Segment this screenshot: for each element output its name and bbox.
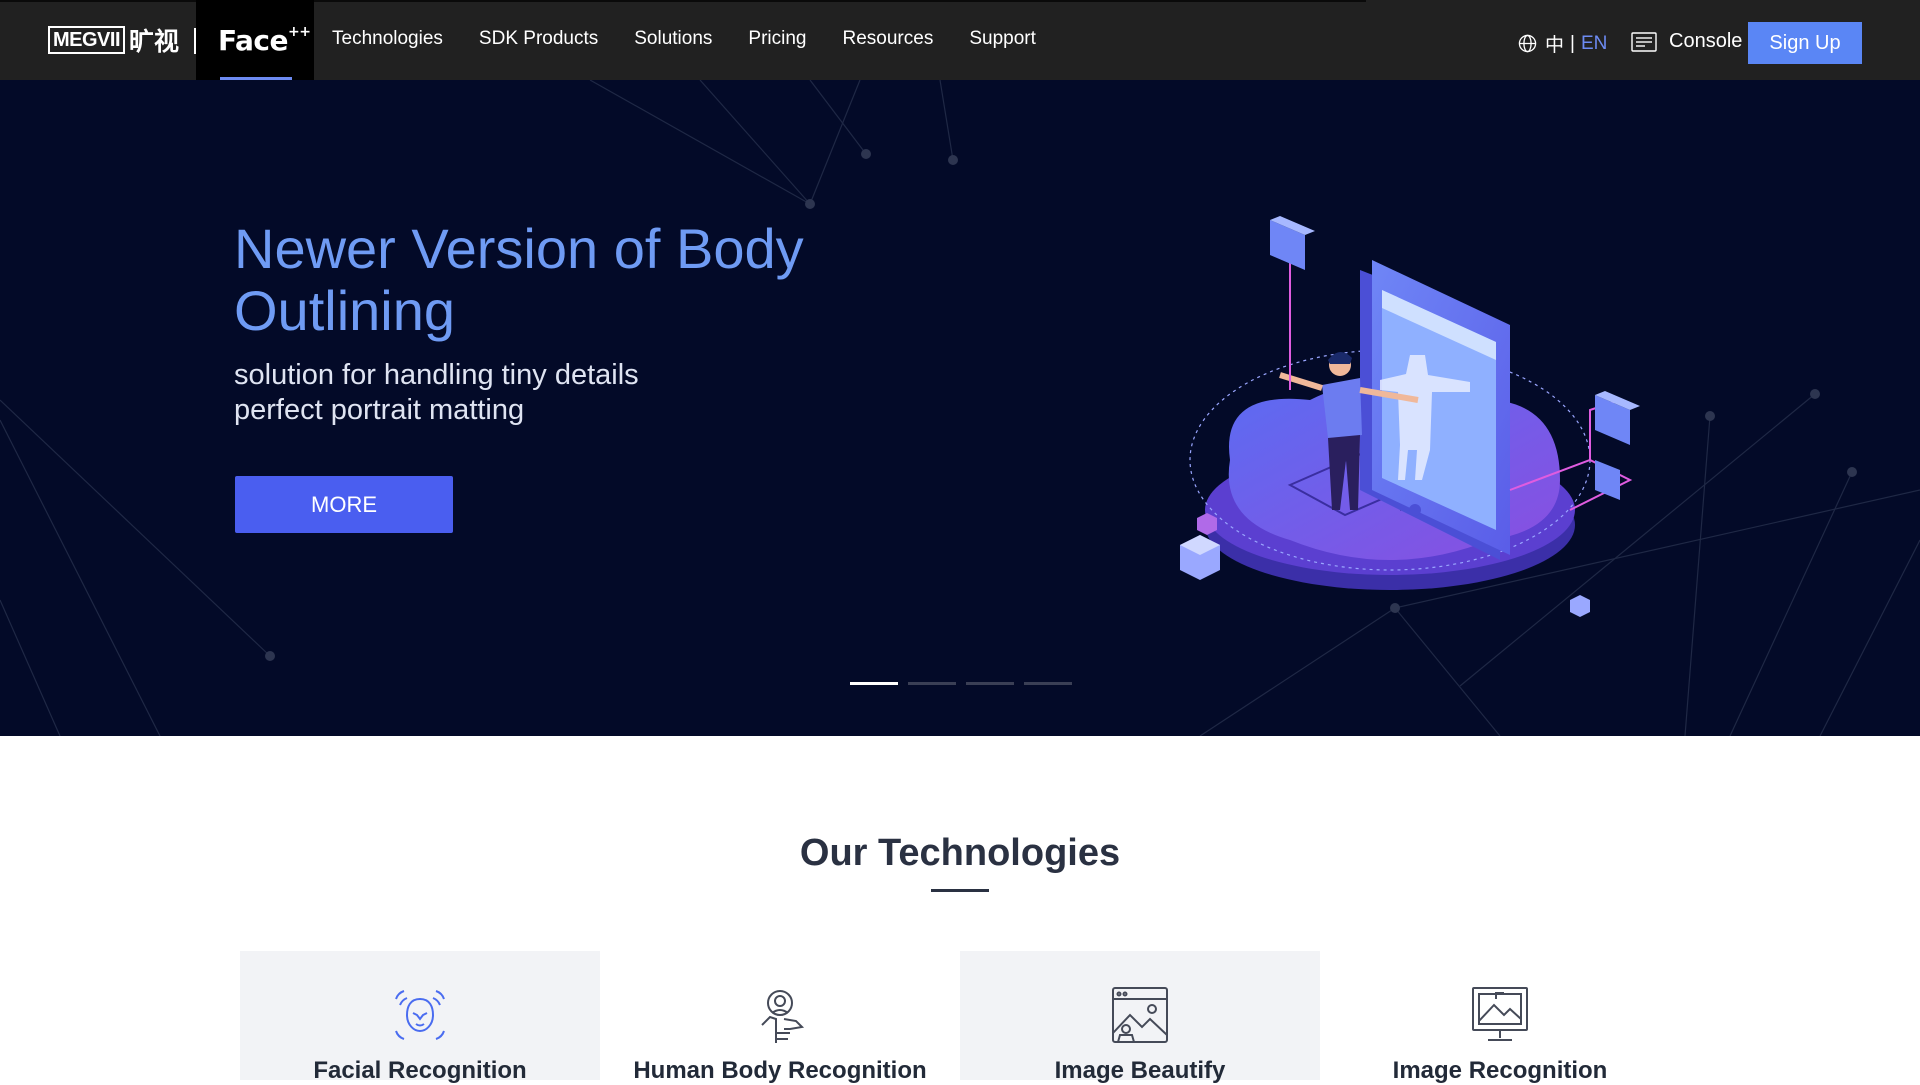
lang-separator: | <box>1570 32 1575 54</box>
image-beautify-icon <box>1112 987 1168 1043</box>
image-recognition-icon <box>1472 987 1528 1041</box>
language-switcher: 中 | EN <box>1518 30 1607 57</box>
technologies-heading: Our Technologies <box>799 832 1121 874</box>
menu-item-resources[interactable]: Resources <box>843 28 934 50</box>
menu-item-pricing[interactable]: Pricing <box>748 28 806 50</box>
top-navigation-bar: MEGVII 旷视 Face++ Technologies SDK Produc… <box>0 0 1920 80</box>
sign-up-button[interactable]: Sign Up <box>1748 22 1862 64</box>
tech-card-image-beautify[interactable]: Image Beautify <box>960 951 1320 1084</box>
menu-item-solutions[interactable]: Solutions <box>634 28 712 50</box>
menu-item-support[interactable]: Support <box>969 28 1036 50</box>
tech-card-human-body-recognition[interactable]: Human Body Recognition <box>600 951 960 1084</box>
menu-item-sdk-products[interactable]: SDK Products <box>479 28 598 50</box>
heading-underline <box>931 889 989 892</box>
tech-card-label: Human Body Recognition <box>633 1057 927 1084</box>
tech-card-image-recognition[interactable]: Image Recognition <box>1320 951 1680 1084</box>
tech-card-label: Facial Recognition <box>313 1057 527 1084</box>
megvii-logo-cn: 旷视 <box>129 27 180 56</box>
console-label: Console <box>1669 30 1743 52</box>
product-name: Face <box>218 24 288 57</box>
main-menu: Technologies SDK Products Solutions Pric… <box>332 28 1072 50</box>
tech-card-label: Image Recognition <box>1392 1057 1608 1084</box>
carousel-dot[interactable] <box>1024 682 1072 685</box>
hero-subtitle: solution for handling tiny details perfe… <box>234 358 639 428</box>
hero-banner: Newer Version of Body Outlining solution… <box>0 80 1920 736</box>
globe-icon[interactable] <box>1518 34 1537 53</box>
megvii-logo[interactable]: MEGVII 旷视 <box>48 25 180 56</box>
carousel-dot[interactable] <box>966 682 1014 685</box>
tech-card-facial-recognition[interactable]: Facial Recognition <box>240 951 600 1084</box>
product-sup: ++ <box>287 23 311 40</box>
hero-subtitle-line-1: solution for handling tiny details <box>234 359 639 391</box>
hero-title: Newer Version of Body Outlining <box>234 217 804 342</box>
face-scan-icon <box>395 990 445 1040</box>
more-button[interactable]: MORE <box>235 476 453 533</box>
technology-cards: Facial Recognition Human Body Recognitio… <box>240 951 1680 1084</box>
menu-item-technologies[interactable]: Technologies <box>332 28 443 50</box>
lang-cn-option[interactable]: 中 <box>1545 30 1564 57</box>
carousel-dot[interactable] <box>850 682 898 685</box>
body-outlining-illustration <box>1180 216 1640 617</box>
carousel-indicators <box>850 682 1082 685</box>
faceplusplus-logo: Face++ <box>218 23 311 57</box>
faceplusplus-logo-tab[interactable]: Face++ <box>196 0 314 80</box>
megvii-logo-text: MEGVII <box>48 26 126 54</box>
tech-card-label: Image Beautify <box>1054 1057 1226 1084</box>
carousel-dot[interactable] <box>908 682 956 685</box>
hero-subtitle-line-2: perfect portrait matting <box>234 394 525 426</box>
lang-en-option[interactable]: EN <box>1581 33 1607 55</box>
body-recognition-icon <box>761 990 805 1043</box>
console-link[interactable]: Console <box>1631 30 1742 53</box>
console-icon <box>1631 31 1657 52</box>
